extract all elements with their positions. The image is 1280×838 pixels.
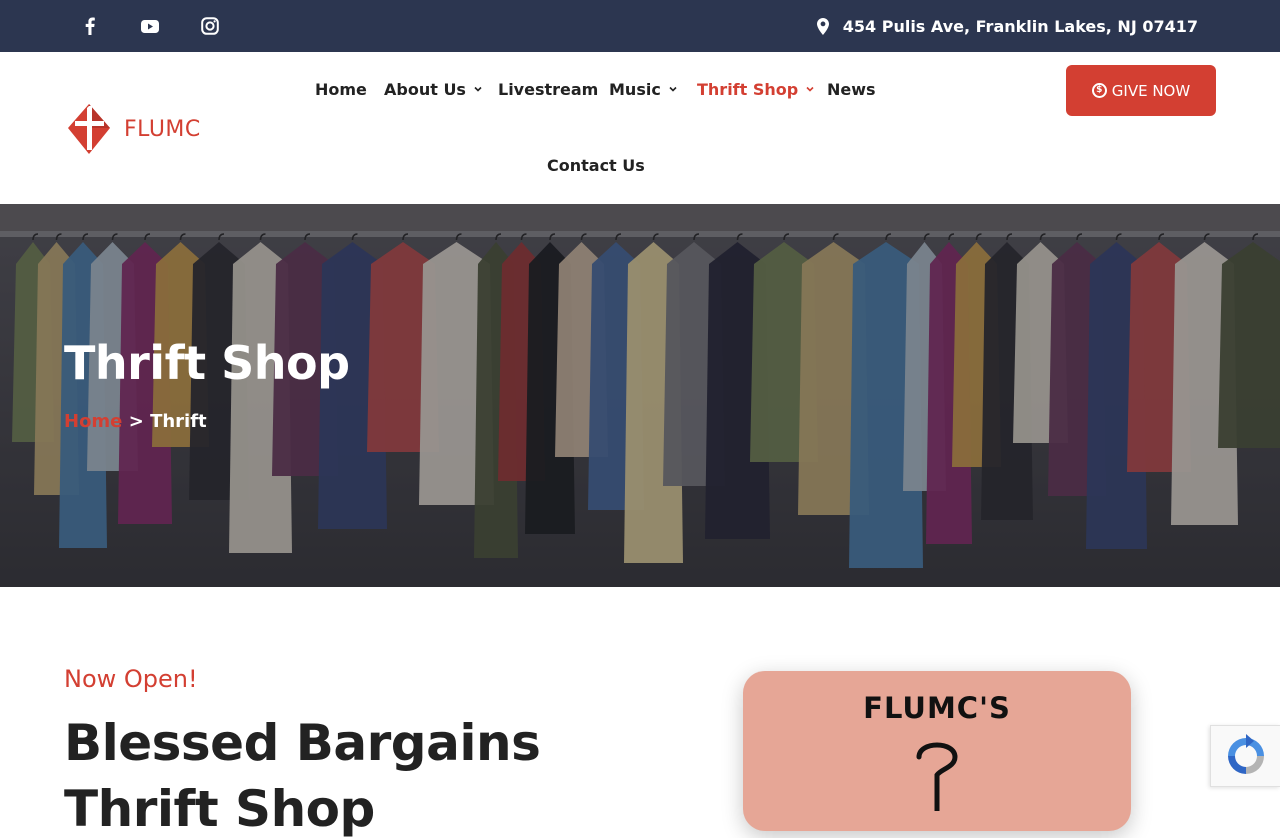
top-bar: 454 Pulis Ave, Franklin Lakes, NJ 07417 xyxy=(0,0,1280,52)
dollar-coin-icon: $ xyxy=(1091,83,1107,98)
nav-about-us-label: About Us xyxy=(384,79,466,99)
nav-contact-us-label: Contact Us xyxy=(547,155,645,175)
give-now-label: GIVE NOW xyxy=(1111,81,1191,100)
nav-music[interactable]: Music xyxy=(609,78,677,100)
nav-news[interactable]: News xyxy=(827,78,876,100)
nav-music-label: Music xyxy=(609,79,661,99)
hero-overlay xyxy=(0,204,1280,587)
flumc-thrift-card: FLUMC'S xyxy=(743,671,1131,831)
instagram-icon[interactable] xyxy=(199,15,221,37)
address-text: 454 Pulis Ave, Franklin Lakes, NJ 07417 xyxy=(842,16,1198,36)
nav-about-us[interactable]: About Us xyxy=(384,78,482,100)
page-title: Thrift Shop xyxy=(64,336,350,390)
nav-thrift-shop[interactable]: Thrift Shop xyxy=(697,78,814,100)
section-headline-line2: Thrift Shop xyxy=(64,780,375,838)
nav-thrift-shop-label: Thrift Shop xyxy=(697,79,799,99)
map-pin-icon xyxy=(816,17,829,35)
breadcrumb-home-link[interactable]: Home xyxy=(64,411,122,432)
breadcrumb-separator: > xyxy=(128,411,144,432)
chevron-down-icon xyxy=(806,86,814,92)
site-logo[interactable]: FLUMC xyxy=(66,102,206,156)
youtube-icon[interactable] xyxy=(139,15,161,37)
nav-livestream[interactable]: Livestream xyxy=(498,78,598,100)
nav-home[interactable]: Home xyxy=(315,78,367,100)
now-open-kicker: Now Open! xyxy=(64,665,198,693)
site-header: FLUMC Home About Us Livestream Music Thr… xyxy=(0,52,1280,204)
card-title: FLUMC'S xyxy=(863,691,1011,725)
cross-logo-icon xyxy=(68,104,110,154)
breadcrumb-current: Thrift xyxy=(150,411,207,432)
section-headline: Blessed Bargains xyxy=(64,714,541,772)
recaptcha-icon xyxy=(1227,734,1264,774)
chevron-down-icon xyxy=(669,86,677,92)
recaptcha-badge[interactable] xyxy=(1210,725,1280,787)
nav-contact-us[interactable]: Contact Us xyxy=(547,154,645,176)
breadcrumb: Home > Thrift xyxy=(64,411,207,432)
give-now-button[interactable]: $ GIVE NOW xyxy=(1066,65,1216,116)
chevron-down-icon xyxy=(474,86,482,92)
nav-news-label: News xyxy=(827,79,876,99)
address: 454 Pulis Ave, Franklin Lakes, NJ 07417 xyxy=(816,15,1198,37)
hanger-icon xyxy=(916,742,958,811)
facebook-icon[interactable] xyxy=(79,15,101,37)
nav-home-label: Home xyxy=(315,79,367,99)
logo-text: FLUMC xyxy=(124,116,201,142)
nav-livestream-label: Livestream xyxy=(498,79,599,99)
hero-banner: Thrift Shop Home > Thrift xyxy=(0,204,1280,587)
